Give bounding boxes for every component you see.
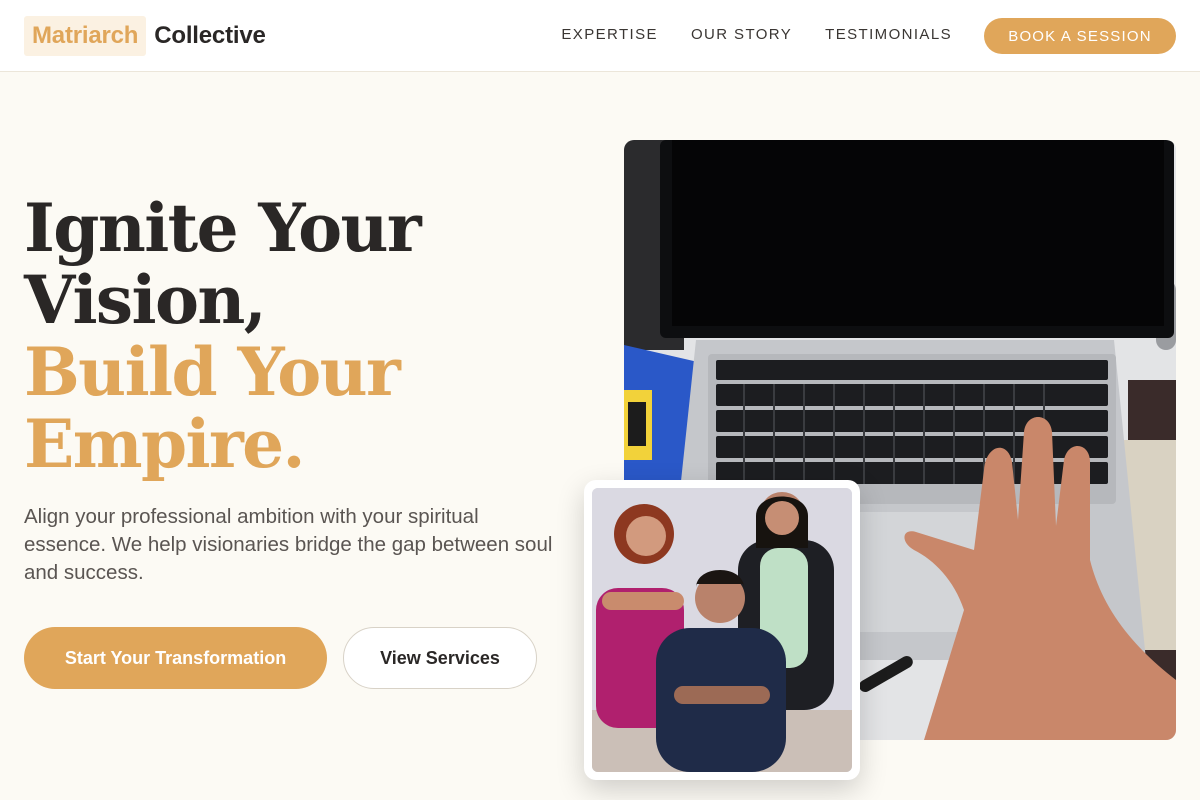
brand-logo[interactable]: Matriarch Collective bbox=[24, 16, 266, 56]
hero-headline: Ignite Your Vision, Build Your Empire. bbox=[24, 192, 584, 480]
book-session-button[interactable]: BOOK A SESSION bbox=[984, 18, 1176, 54]
start-transformation-button[interactable]: Start Your Transformation bbox=[24, 627, 327, 689]
nav-link-our-story[interactable]: OUR STORY bbox=[691, 26, 792, 43]
view-services-button[interactable]: View Services bbox=[343, 627, 537, 689]
nav-link-expertise[interactable]: EXPERTISE bbox=[561, 26, 658, 43]
headline-line-3: Build Your bbox=[24, 333, 401, 411]
team-photo-card bbox=[584, 480, 860, 780]
nav-link-testimonials[interactable]: TESTIMONIALS bbox=[825, 26, 952, 43]
headline-line-1: Ignite Your bbox=[24, 189, 422, 267]
nav-links: EXPERTISE OUR STORY TESTIMONIALS bbox=[561, 26, 952, 43]
top-navbar: Matriarch Collective EXPERTISE OUR STORY… bbox=[0, 0, 1200, 72]
team-illustration bbox=[592, 488, 852, 772]
headline-line-2: Vision, bbox=[24, 261, 267, 339]
brand-accent-word: Matriarch bbox=[24, 16, 147, 56]
headline-line-4: Empire. bbox=[24, 405, 306, 483]
hero-lead-text: Align your professional ambition with yo… bbox=[24, 505, 553, 584]
brand-name-word: Collective bbox=[154, 22, 266, 49]
team-of-three-photo bbox=[592, 488, 852, 772]
